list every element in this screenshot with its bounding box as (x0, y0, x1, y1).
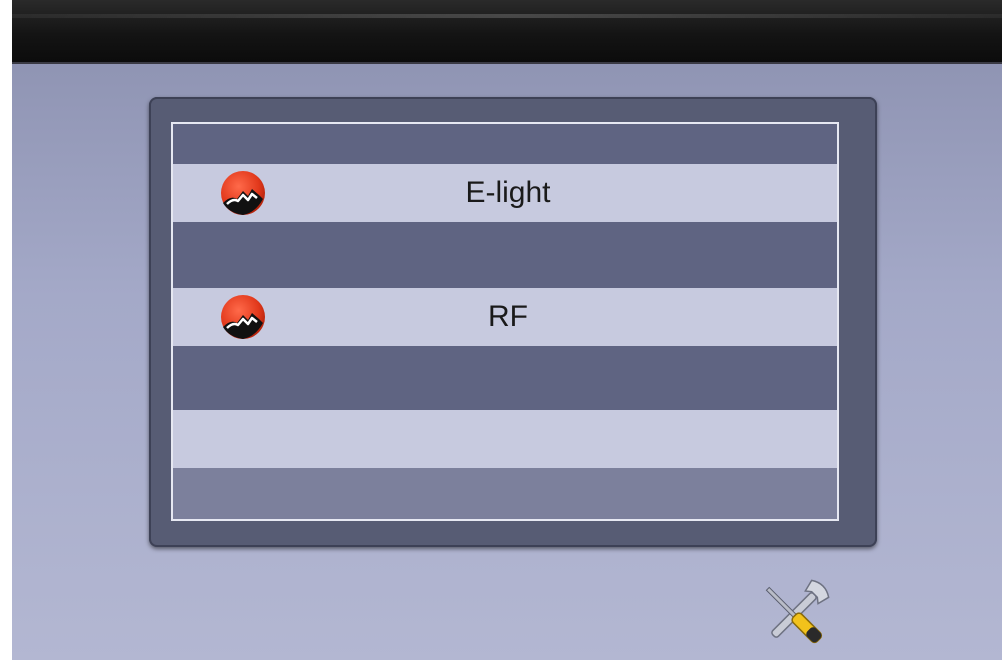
mode-menu-list: E-light RF (171, 122, 839, 521)
menu-spacer-row (173, 468, 837, 519)
menu-item-label: E-light (465, 176, 551, 209)
menu-spacer-row (173, 346, 837, 410)
menu-empty-row (173, 410, 837, 468)
device-screen: E-light RF (12, 0, 1002, 660)
menu-item-e-light[interactable]: E-light (173, 164, 837, 222)
mode-menu-panel: E-light RF (149, 97, 877, 547)
menu-spacer-row (173, 222, 837, 288)
screen-bezel (12, 0, 1002, 64)
tools-icon[interactable] (751, 572, 837, 658)
menu-spacer-row (173, 124, 837, 164)
menu-item-label: RF (488, 300, 528, 333)
menu-item-rf[interactable]: RF (173, 288, 837, 346)
